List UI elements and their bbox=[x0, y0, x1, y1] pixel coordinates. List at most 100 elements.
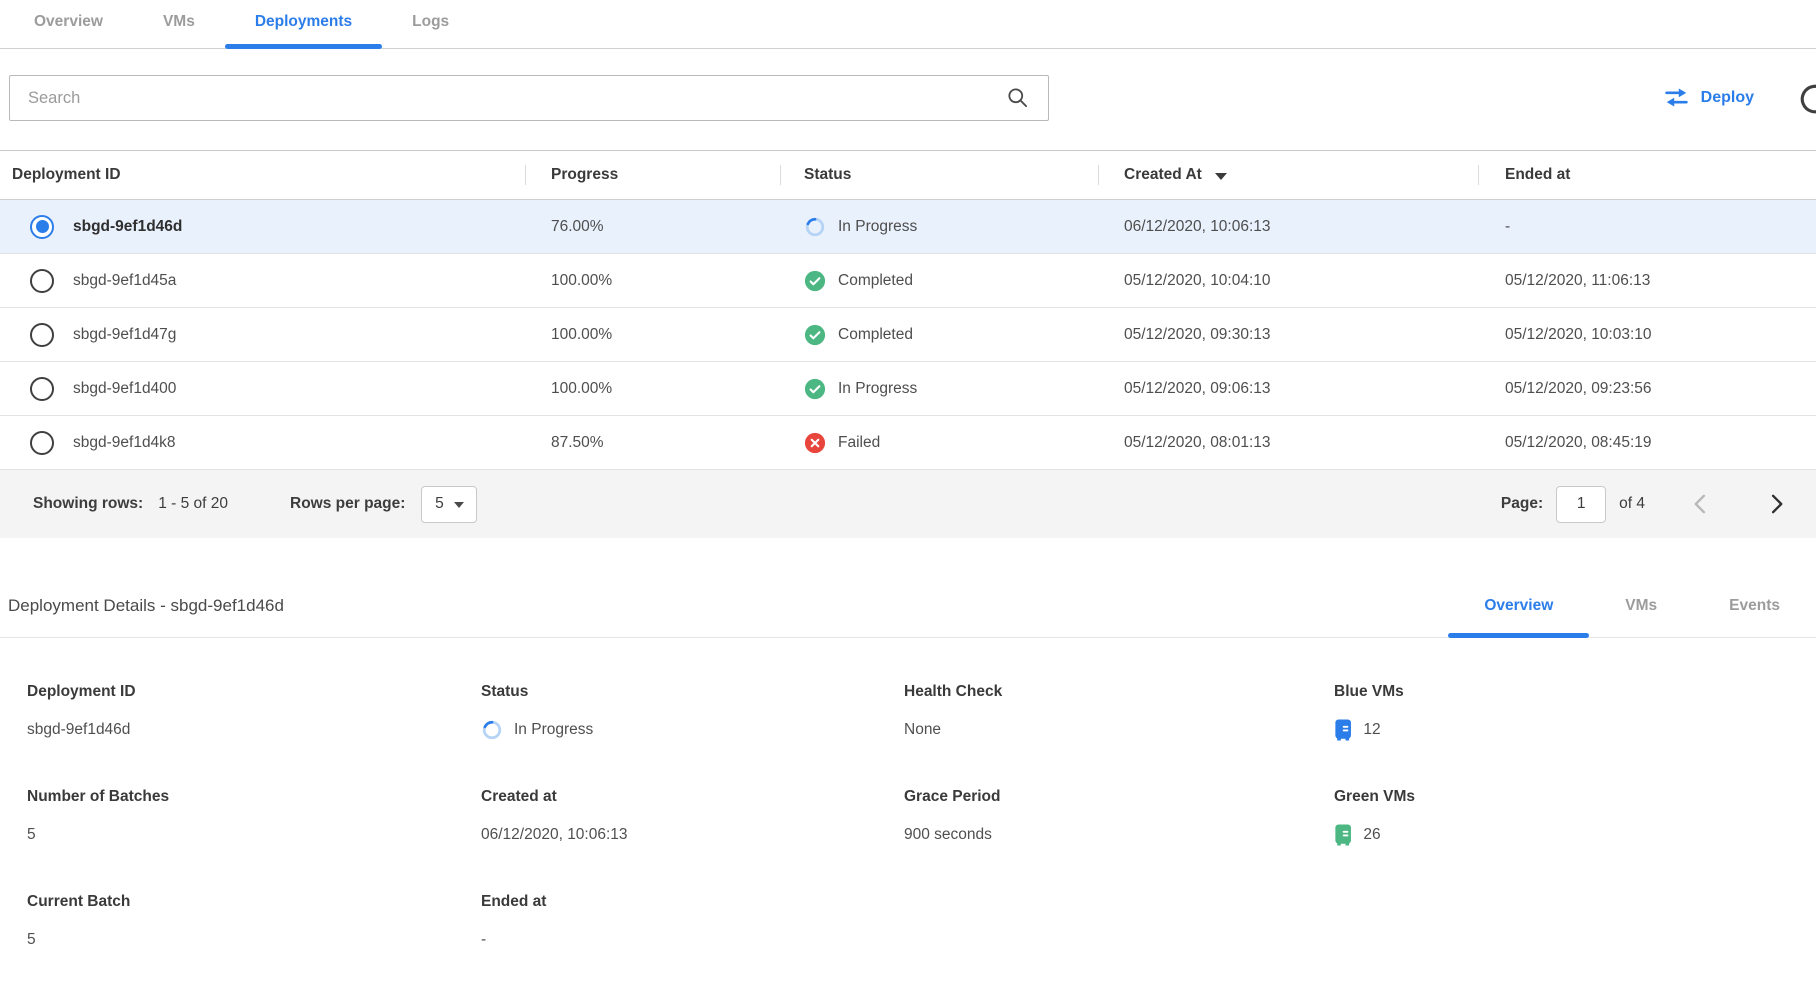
detail-field: Blue VMs 12 bbox=[1334, 683, 1816, 741]
showing-rows-label: Showing rows: bbox=[33, 495, 143, 513]
chevron-down-icon bbox=[454, 502, 464, 508]
details-header: Deployment Details - sbgd-9ef1d46d Overv… bbox=[0, 596, 1816, 638]
table-row[interactable]: sbgd-9ef1d45a 100.00% Completed 05/12/20… bbox=[0, 254, 1816, 308]
progress-value: 76.00% bbox=[525, 218, 780, 236]
column-header-label: Deployment ID bbox=[12, 166, 121, 184]
progress-value: 100.00% bbox=[525, 380, 780, 398]
table-row[interactable]: sbgd-9ef1d400 100.00% In Progress 05/12/… bbox=[0, 362, 1816, 416]
created-at-value: 05/12/2020, 09:06:13 bbox=[1098, 380, 1478, 398]
details-title: Deployment Details - sbgd-9ef1d46d bbox=[8, 596, 284, 637]
top-tabbar: OverviewVMsDeploymentsLogs bbox=[0, 0, 1816, 49]
detail-field-label: Blue VMs bbox=[1334, 683, 1816, 701]
vm-icon bbox=[1334, 824, 1352, 846]
check-circle-icon bbox=[804, 378, 826, 400]
detail-field-value: 5 bbox=[27, 931, 36, 949]
column-header-ended-at: Ended at bbox=[1478, 151, 1816, 199]
table-row[interactable]: sbgd-9ef1d4k8 87.50% Failed 05/12/2020, … bbox=[0, 416, 1816, 470]
table-header: Deployment ID Progress Status Created At End… bbox=[0, 150, 1816, 200]
check-circle-icon bbox=[804, 270, 826, 292]
detail-field: Deployment ID sbgd-9ef1d46d bbox=[27, 683, 481, 741]
row-radio[interactable] bbox=[30, 269, 54, 293]
details-grid: Deployment ID sbgd-9ef1d46d Status In Pr… bbox=[0, 638, 1816, 951]
status-label: Completed bbox=[838, 272, 913, 290]
vm-icon bbox=[1334, 719, 1352, 741]
tab-overview[interactable]: Overview bbox=[4, 0, 133, 48]
detail-field-value: 26 bbox=[1363, 826, 1380, 844]
spinner-icon bbox=[481, 719, 503, 741]
search-icon[interactable] bbox=[1006, 86, 1029, 109]
rows-per-page-select[interactable]: 5 bbox=[421, 486, 477, 523]
page-total: of 4 bbox=[1619, 495, 1645, 513]
pager: Page: of 4 bbox=[1501, 486, 1790, 523]
created-at-value: 05/12/2020, 10:04:10 bbox=[1098, 272, 1478, 290]
table-body: sbgd-9ef1d46d 76.00% In Progress 06/12/2… bbox=[0, 200, 1816, 470]
status-label: Completed bbox=[838, 326, 913, 344]
details-tabs: OverviewVMsEvents bbox=[1448, 597, 1816, 637]
detail-field-label: Current Batch bbox=[27, 893, 481, 911]
status-label: In Progress bbox=[838, 218, 917, 236]
created-at-value: 05/12/2020, 09:30:13 bbox=[1098, 326, 1478, 344]
detail-field-value: 900 seconds bbox=[904, 826, 992, 844]
showing-rows-value: 1 - 5 of 20 bbox=[158, 495, 228, 513]
deploy-button[interactable]: Deploy bbox=[1663, 85, 1754, 110]
tab-deployments[interactable]: Deployments bbox=[225, 0, 382, 48]
detail-field: Ended at - bbox=[481, 893, 904, 951]
column-header-progress: Progress bbox=[525, 151, 780, 199]
detail-field-label: Deployment ID bbox=[27, 683, 481, 701]
ended-at-value: 05/12/2020, 10:03:10 bbox=[1478, 326, 1816, 344]
row-radio[interactable] bbox=[30, 377, 54, 401]
details-tab-events[interactable]: Events bbox=[1693, 597, 1816, 637]
detail-field-value: 12 bbox=[1363, 721, 1380, 739]
details-tab-vms[interactable]: VMs bbox=[1589, 597, 1693, 637]
detail-field: Grace Period 900 seconds bbox=[904, 788, 1334, 846]
page-number-input[interactable] bbox=[1556, 486, 1606, 523]
sort-desc-icon bbox=[1215, 173, 1227, 180]
ended-at-value: - bbox=[1478, 218, 1816, 236]
detail-field-value: - bbox=[481, 931, 486, 949]
details-tab-overview[interactable]: Overview bbox=[1448, 597, 1589, 637]
table-pagination: Showing rows: 1 - 5 of 20 Rows per page:… bbox=[0, 470, 1816, 538]
toolbar: Deploy bbox=[0, 49, 1816, 150]
row-radio[interactable] bbox=[30, 323, 54, 347]
table-row[interactable]: sbgd-9ef1d46d 76.00% In Progress 06/12/2… bbox=[0, 200, 1816, 254]
page-label: Page: bbox=[1501, 495, 1543, 513]
previous-page-icon[interactable] bbox=[1687, 490, 1715, 518]
detail-field-label: Health Check bbox=[904, 683, 1334, 701]
detail-field: Number of Batches 5 bbox=[27, 788, 481, 846]
column-header-status: Status bbox=[780, 151, 1098, 199]
progress-value: 100.00% bbox=[525, 326, 780, 344]
next-page-icon[interactable] bbox=[1762, 490, 1790, 518]
progress-value: 87.50% bbox=[525, 434, 780, 452]
detail-field: Current Batch 5 bbox=[27, 893, 481, 951]
search-box bbox=[9, 75, 1049, 121]
refresh-icon[interactable] bbox=[1797, 81, 1816, 117]
tab-vms[interactable]: VMs bbox=[133, 0, 225, 48]
spinner-icon bbox=[804, 216, 826, 238]
detail-field-value: In Progress bbox=[514, 721, 593, 739]
status-label: Failed bbox=[838, 434, 880, 452]
row-radio[interactable] bbox=[30, 431, 54, 455]
detail-field-value: 06/12/2020, 10:06:13 bbox=[481, 826, 628, 844]
deployment-id: sbgd-9ef1d46d bbox=[73, 218, 182, 236]
deployment-id: sbgd-9ef1d45a bbox=[73, 272, 176, 290]
detail-field: Status In Progress bbox=[481, 683, 904, 741]
row-radio[interactable] bbox=[30, 215, 54, 239]
detail-field-label: Number of Batches bbox=[27, 788, 481, 806]
search-input[interactable] bbox=[9, 75, 1049, 121]
ended-at-value: 05/12/2020, 09:23:56 bbox=[1478, 380, 1816, 398]
column-header-deployment-id: Deployment ID bbox=[0, 151, 525, 199]
tab-logs[interactable]: Logs bbox=[382, 0, 479, 48]
detail-field: Health Check None bbox=[904, 683, 1334, 741]
table-row[interactable]: sbgd-9ef1d47g 100.00% Completed 05/12/20… bbox=[0, 308, 1816, 362]
column-header-label: Progress bbox=[551, 166, 618, 184]
column-header-created-at[interactable]: Created At bbox=[1098, 151, 1478, 199]
detail-field-label: Ended at bbox=[481, 893, 904, 911]
deployment-id: sbgd-9ef1d4k8 bbox=[73, 434, 176, 452]
progress-value: 100.00% bbox=[525, 272, 780, 290]
rows-per-page-label: Rows per page: bbox=[290, 495, 405, 513]
detail-field-label: Grace Period bbox=[904, 788, 1334, 806]
column-header-label: Created At bbox=[1124, 166, 1202, 184]
column-header-label: Ended at bbox=[1505, 166, 1570, 184]
created-at-value: 06/12/2020, 10:06:13 bbox=[1098, 218, 1478, 236]
deploy-button-label: Deploy bbox=[1701, 89, 1754, 107]
